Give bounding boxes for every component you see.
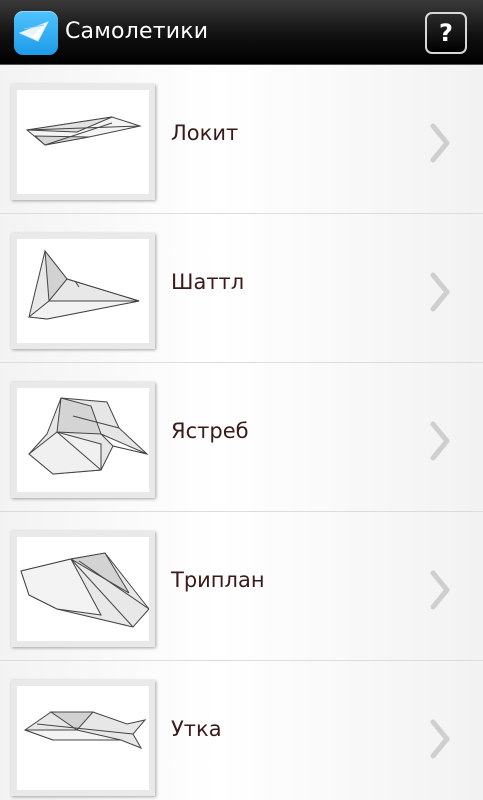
- list-item[interactable]: Триплан: [0, 512, 483, 661]
- help-button[interactable]: ?: [425, 12, 467, 54]
- lokit-plane-image: [11, 84, 155, 200]
- list-item-label: Локит: [171, 121, 239, 145]
- list-item-label: Утка: [171, 717, 222, 741]
- list-item-label: Триплан: [171, 568, 265, 592]
- chevron-right-icon: [430, 421, 450, 461]
- chevron-right-icon: [430, 123, 450, 163]
- list-item[interactable]: Ястреб: [0, 363, 483, 512]
- triplane-plane-image: [11, 531, 155, 647]
- list-item[interactable]: Утка: [0, 661, 483, 800]
- app-title: Самолетики: [65, 19, 209, 44]
- paper-plane-icon[interactable]: [14, 11, 58, 55]
- chevron-right-icon: [430, 272, 450, 312]
- chevron-right-icon: [430, 570, 450, 610]
- list-item[interactable]: Локит: [0, 65, 483, 214]
- duck-plane-image: [11, 680, 155, 796]
- hawk-plane-image: [11, 382, 155, 498]
- list-item[interactable]: Шаттл: [0, 214, 483, 363]
- plane-list: Локит Шаттл Ястреб Триплан Утка: [0, 65, 483, 800]
- shuttle-plane-image: [11, 233, 155, 349]
- list-item-label: Ястреб: [171, 419, 249, 443]
- chevron-right-icon: [430, 719, 450, 759]
- action-bar: Самолетики ?: [0, 0, 483, 65]
- app-screen: Самолетики ? Локит Шаттл Ястреб Триплан …: [0, 0, 483, 800]
- list-item-label: Шаттл: [171, 270, 245, 294]
